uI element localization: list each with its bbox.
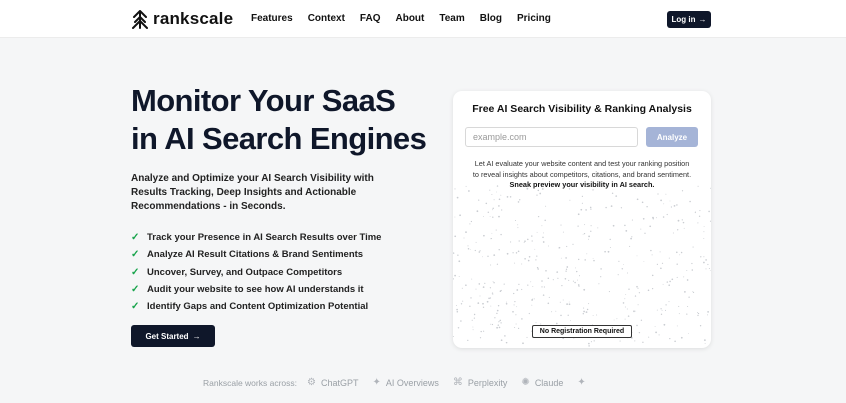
feature-item: ✓ Uncover, Survey, and Outpace Competitor… — [131, 264, 381, 281]
nav-link-faq[interactable]: FAQ — [360, 13, 381, 24]
nav-link-about[interactable]: About — [395, 13, 424, 24]
nav-links: Features Context FAQ About Team Blog Pri… — [251, 13, 566, 24]
check-icon: ✓ — [131, 249, 140, 261]
brand-name: rankscale — [153, 9, 234, 28]
sparkle-icon: ✦ — [372, 377, 381, 388]
get-started-button[interactable]: Get Started → — [131, 325, 215, 347]
get-started-label: Get Started — [145, 331, 189, 341]
platform-name: Perplexity — [467, 377, 508, 388]
rankscale-logo-icon — [132, 9, 148, 29]
check-icon: ✓ — [131, 266, 140, 278]
feature-list: ✓ Track your Presence in AI Search Result… — [131, 229, 381, 315]
check-icon: ✓ — [131, 232, 140, 244]
hero-subtitle: Analyze and Optimize your AI Search Visi… — [131, 173, 374, 212]
nav-link-team[interactable]: Team — [439, 13, 464, 24]
nav-link-context[interactable]: Context — [308, 13, 345, 24]
gemini-icon: ✦ — [577, 377, 586, 388]
platform-ai-overviews: ✦ AI Overviews — [373, 377, 439, 388]
hero-title-line-1: Monitor Your SaaS — [131, 83, 396, 118]
nav-link-features[interactable]: Features — [251, 13, 293, 24]
feature-text: Track your Presence in AI Search Results… — [147, 232, 382, 244]
website-url-input[interactable] — [465, 127, 638, 147]
feature-item: ✓ Identify Gaps and Content Optimization … — [131, 298, 381, 315]
platform-name: ChatGPT — [320, 377, 359, 388]
login-label: Log in — [671, 15, 696, 24]
login-button[interactable]: Log in → — [667, 11, 711, 28]
platform-gemini: ✦ — [577, 377, 590, 388]
nav-link-pricing[interactable]: Pricing — [517, 13, 551, 24]
feature-item: ✓ Track your Presence in AI Search Result… — [131, 229, 381, 246]
works-across-label: Rankscale works across: — [203, 377, 298, 388]
works-across-bar: Rankscale works across: ⚙ ChatGPT ✦ AI Ove… — [203, 377, 605, 388]
no-registration-badge: No Registration Required — [532, 325, 632, 338]
hero-title-line-2: in AI Search Engines — [131, 121, 427, 156]
feature-text: Uncover, Survey, and Outpace Competitors — [147, 266, 343, 278]
top-nav: rankscale Features Context FAQ About Tea… — [0, 0, 846, 38]
description-text: Let AI evaluate your website content and… — [472, 159, 692, 179]
description-bold-text: Sneak preview your visibility in AI sear… — [509, 180, 655, 189]
analysis-card-description: Let AI evaluate your website content and… — [471, 159, 693, 191]
analysis-card-title: Free AI Search Visibility & Ranking Anal… — [472, 103, 692, 115]
feature-text: Identify Gaps and Content Optimization P… — [147, 301, 369, 313]
claude-icon: ✺ — [521, 377, 530, 388]
check-icon: ✓ — [131, 284, 140, 296]
analyze-button[interactable]: Analyze — [646, 127, 698, 147]
platform-name: Claude — [534, 377, 564, 388]
nav-link-blog[interactable]: Blog — [480, 13, 502, 24]
feature-item: ✓ Analyze AI Result Citations & Brand Sen… — [131, 246, 381, 263]
feature-text: Audit your website to see how AI underst… — [147, 284, 364, 296]
feature-text: Analyze AI Result Citations & Brand Sent… — [147, 249, 364, 261]
perplexity-icon: ⌘ — [452, 377, 463, 388]
platform-chatgpt: ⚙ ChatGPT — [307, 377, 358, 388]
platform-perplexity: ⌘ Perplexity — [453, 377, 508, 388]
brand-logo[interactable]: rankscale — [131, 9, 233, 29]
arrow-right-icon: → — [698, 15, 707, 24]
analysis-card: Free AI Search Visibility & Ranking Anal… — [453, 91, 711, 348]
platform-claude: ✺ Claude — [521, 377, 563, 388]
platform-name: AI Overviews — [385, 377, 439, 388]
feature-item: ✓ Audit your website to see how AI unders… — [131, 281, 381, 298]
arrow-right-icon: → — [192, 331, 201, 341]
check-icon: ✓ — [131, 301, 140, 313]
chatgpt-icon: ⚙ — [307, 377, 316, 388]
hero-title: Monitor Your SaaS in AI Search Engines — [131, 82, 431, 158]
